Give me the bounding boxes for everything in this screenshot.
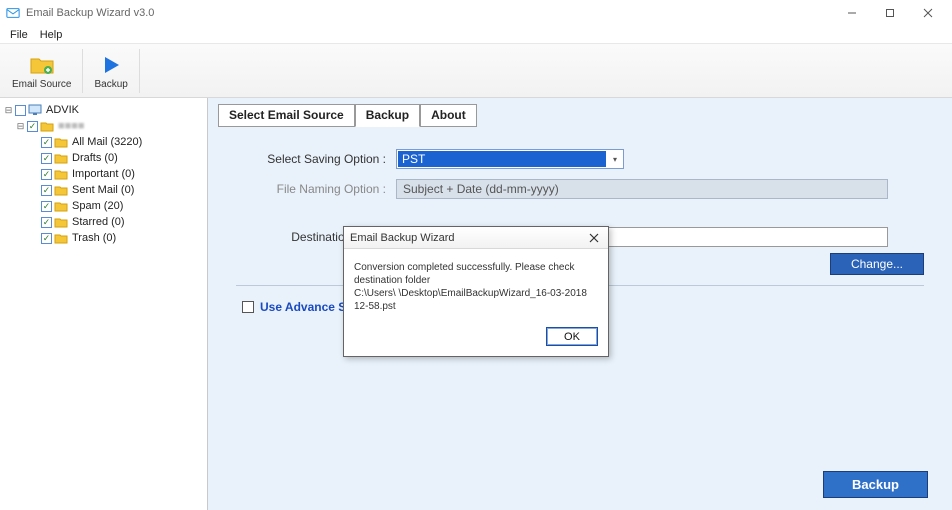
window-titlebar: Email Backup Wizard v3.0 xyxy=(0,0,952,26)
dialog-footer: OK xyxy=(344,321,608,356)
tree-item[interactable]: Drafts (0) xyxy=(2,150,205,166)
tree-account[interactable]: ⊟ ■■■■ xyxy=(2,118,205,134)
tree-item[interactable]: Spam (20) xyxy=(2,198,205,214)
folder-icon xyxy=(54,216,68,228)
folder-icon xyxy=(54,136,68,148)
tree-item-label: Drafts (0) xyxy=(70,152,118,164)
folder-icon xyxy=(54,152,68,164)
dialog-close-button[interactable] xyxy=(586,230,602,246)
close-button[interactable] xyxy=(918,3,938,23)
folder-icon xyxy=(54,200,68,212)
collapse-icon[interactable]: ⊟ xyxy=(4,105,13,116)
dialog-title: Email Backup Wizard xyxy=(350,232,586,244)
saving-option-label: Select Saving Option : xyxy=(236,152,396,166)
menu-file[interactable]: File xyxy=(4,27,34,43)
tree-item[interactable]: All Mail (3220) xyxy=(2,134,205,150)
naming-option-select[interactable]: Subject + Date (dd-mm-yyyy) xyxy=(396,179,888,199)
dialog-titlebar: Email Backup Wizard xyxy=(344,227,608,249)
toolbar-separator xyxy=(82,49,83,93)
naming-option-label: File Naming Option : xyxy=(236,182,396,196)
monitor-icon xyxy=(28,104,42,116)
tree-item[interactable]: Starred (0) xyxy=(2,214,205,230)
dialog-body: Conversion completed successfully. Pleas… xyxy=(344,249,608,321)
naming-option-row: File Naming Option : Subject + Date (dd-… xyxy=(236,179,924,199)
window-controls xyxy=(842,3,946,23)
maximize-button[interactable] xyxy=(880,3,900,23)
folder-icon xyxy=(54,168,68,180)
folder-email-icon xyxy=(29,52,55,78)
checkbox[interactable] xyxy=(41,137,52,148)
tree-item-label: Starred (0) xyxy=(70,216,125,228)
ok-button[interactable]: OK xyxy=(546,327,598,346)
checkbox[interactable] xyxy=(41,201,52,212)
backup-button[interactable]: Backup xyxy=(823,471,928,498)
checkbox[interactable] xyxy=(15,105,26,116)
tree-root[interactable]: ⊟ ADVIK xyxy=(2,102,205,118)
sidebar: ⊟ ADVIK ⊟ ■■■■ All Mail (3220) xyxy=(0,98,208,510)
saving-option-row: Select Saving Option : PST ▾ xyxy=(236,149,924,169)
backup-button-toolbar[interactable]: Backup xyxy=(88,49,133,93)
tree-item-label: All Mail (3220) xyxy=(70,136,142,148)
window-title: Email Backup Wizard v3.0 xyxy=(26,7,842,19)
chevron-down-icon: ▾ xyxy=(607,155,623,164)
menu-help[interactable]: Help xyxy=(34,27,69,43)
saving-option-value: PST xyxy=(398,151,606,167)
tab-strip: Select Email Source Backup About xyxy=(208,98,952,127)
naming-option-value: Subject + Date (dd-mm-yyyy) xyxy=(403,182,559,196)
tree-item[interactable]: Important (0) xyxy=(2,166,205,182)
email-source-button[interactable]: Email Source xyxy=(6,49,77,93)
tree-root-label: ADVIK xyxy=(44,104,79,116)
checkbox[interactable] xyxy=(27,121,38,132)
minimize-button[interactable] xyxy=(842,3,862,23)
folder-icon xyxy=(54,232,68,244)
saving-option-select[interactable]: PST ▾ xyxy=(396,149,624,169)
folder-tree: ⊟ ADVIK ⊟ ■■■■ All Mail (3220) xyxy=(2,102,205,246)
tree-item-label: Important (0) xyxy=(70,168,135,180)
toolbar-separator-2 xyxy=(139,49,140,93)
play-icon xyxy=(98,52,124,78)
advance-checkbox[interactable] xyxy=(242,301,254,313)
checkbox[interactable] xyxy=(41,169,52,180)
dialog-message-line2: C:\Users\ \Desktop\EmailBackupWizard_16-… xyxy=(354,287,598,313)
tab-backup[interactable]: Backup xyxy=(355,104,420,127)
toolbar: Email Source Backup xyxy=(0,44,952,98)
checkbox[interactable] xyxy=(41,185,52,196)
checkbox[interactable] xyxy=(41,217,52,228)
menubar: File Help xyxy=(0,26,952,44)
checkbox[interactable] xyxy=(41,153,52,164)
app-icon xyxy=(6,6,20,20)
tree-item[interactable]: Sent Mail (0) xyxy=(2,182,205,198)
change-button[interactable]: Change... xyxy=(830,253,924,275)
tab-about[interactable]: About xyxy=(420,104,477,127)
checkbox[interactable] xyxy=(41,233,52,244)
backup-toolbar-label: Backup xyxy=(94,79,127,90)
tree-item-label: Spam (20) xyxy=(70,200,123,212)
email-source-label: Email Source xyxy=(12,79,71,90)
folder-icon xyxy=(54,184,68,196)
completion-dialog: Email Backup Wizard Conversion completed… xyxy=(343,226,609,357)
tree-item[interactable]: Trash (0) xyxy=(2,230,205,246)
collapse-icon[interactable]: ⊟ xyxy=(16,121,25,132)
dialog-message-line1: Conversion completed successfully. Pleas… xyxy=(354,261,598,287)
folder-icon xyxy=(40,120,54,132)
tree-item-label: Trash (0) xyxy=(70,232,116,244)
tab-select-source[interactable]: Select Email Source xyxy=(218,104,355,127)
tree-item-label: Sent Mail (0) xyxy=(70,184,134,196)
tree-account-label: ■■■■ xyxy=(56,120,85,132)
